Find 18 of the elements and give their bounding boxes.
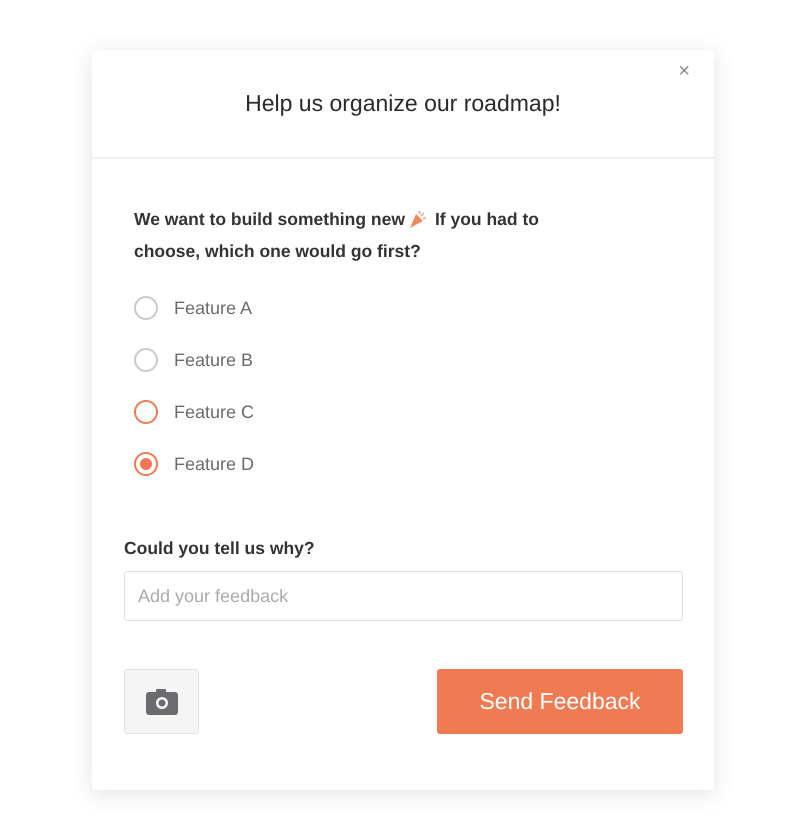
send-feedback-button[interactable]: Send Feedback: [437, 669, 683, 734]
dialog-title: Help us organize our roadmap!: [245, 90, 561, 117]
screenshot-button[interactable]: [124, 669, 199, 734]
radio-button[interactable]: [134, 296, 158, 320]
radio-option[interactable]: Feature A: [134, 294, 714, 322]
close-button[interactable]: ×: [674, 60, 694, 83]
radio-button[interactable]: [134, 400, 158, 424]
radio-option[interactable]: Feature D: [134, 450, 714, 478]
radio-option[interactable]: Feature B: [134, 346, 714, 374]
feedback-field[interactable]: Add your feedback: [124, 571, 683, 621]
question-text: If you had to: [434, 208, 539, 231]
field-label: Could you tell us why?: [124, 538, 316, 559]
camera-icon: [144, 686, 180, 716]
radio-option[interactable]: Feature C: [134, 398, 714, 426]
radio-button[interactable]: [134, 452, 158, 476]
radio-button[interactable]: [134, 348, 158, 372]
question-text: choose, which one would go first?: [134, 241, 421, 261]
question-text: We want to build something new: [134, 208, 405, 231]
